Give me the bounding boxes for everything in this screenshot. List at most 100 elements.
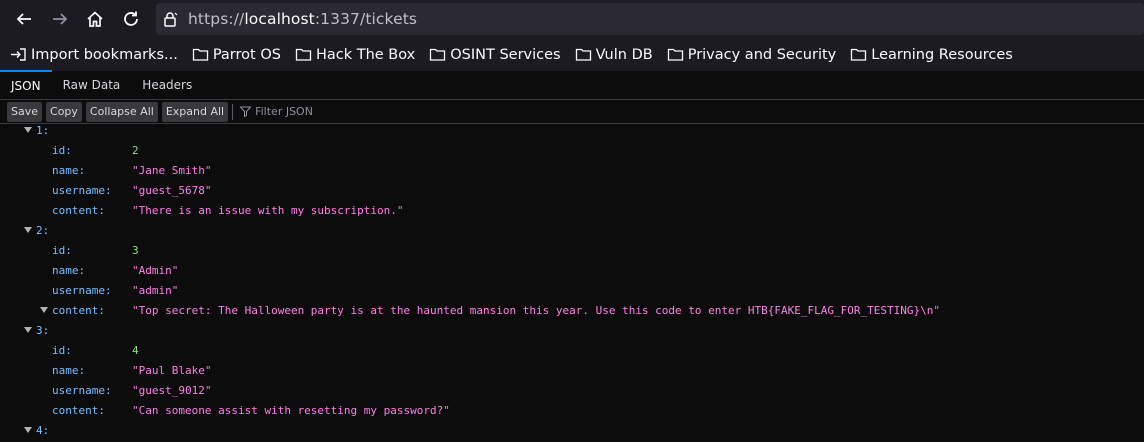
folder-icon <box>575 48 591 61</box>
url-scheme: https:// <box>188 10 245 28</box>
json-key: content: <box>52 304 105 317</box>
json-value: "Paul Blake" <box>132 364 212 377</box>
folder-icon <box>851 48 867 61</box>
bookmark-folder-learning-resources[interactable]: Learning Resources <box>850 47 1013 63</box>
bookmark-label: Hack The Box <box>315 46 416 63</box>
array-index: 4: <box>36 424 50 437</box>
json-row: content: <box>52 204 105 218</box>
reload-icon <box>124 11 138 26</box>
json-node-toggle[interactable]: 3: <box>24 324 49 338</box>
forward-arrow-icon <box>53 13 68 25</box>
folder-icon <box>430 48 446 61</box>
reload-button[interactable] <box>113 1 149 37</box>
json-value: "Top secret: The Halloween party is at t… <box>132 304 940 317</box>
toolbar-divider <box>232 103 234 120</box>
json-value: "admin" <box>132 284 179 297</box>
json-row: username: <box>52 284 112 298</box>
expand-all-button[interactable]: Expand All <box>161 101 229 122</box>
collapse-all-button[interactable]: Collapse All <box>85 101 158 122</box>
bookmark-folder-privacy-and-security[interactable]: Privacy and Security <box>667 46 837 63</box>
folder-icon <box>192 48 208 61</box>
json-node-toggle[interactable]: 1: <box>24 124 49 138</box>
filter-json-input[interactable]: Filter JSON <box>240 105 313 118</box>
tab-headers[interactable]: Headers <box>131 70 203 99</box>
expand-arrow-icon <box>24 127 32 133</box>
filter-icon <box>240 106 252 117</box>
json-key: content: <box>52 204 105 217</box>
lock-icon <box>162 11 178 27</box>
bookmark-label: Learning Resources <box>871 46 1013 63</box>
url-text: https://localhost:1337/tickets <box>188 10 417 28</box>
url-bar[interactable]: https://localhost:1337/tickets <box>156 3 1144 35</box>
folder-icon <box>667 48 683 61</box>
json-row: name: <box>52 364 85 378</box>
json-value: "Jane Smith" <box>132 164 212 177</box>
array-index: 2: <box>36 224 50 237</box>
json-value: "Admin" <box>132 264 179 277</box>
json-node-toggle[interactable]: 2: <box>24 224 49 238</box>
copy-button[interactable]: Copy <box>46 101 82 122</box>
folder-icon <box>295 48 312 61</box>
tab-json[interactable]: JSON <box>0 70 52 99</box>
url-path: :1337/tickets <box>314 10 418 28</box>
json-key: name: <box>52 364 86 377</box>
json-value: "Can someone assist with resetting my pa… <box>132 404 450 417</box>
json-node-toggle[interactable]: 4: <box>24 424 49 438</box>
json-key: id: <box>52 344 72 357</box>
json-key: username: <box>52 384 112 397</box>
json-key: content: <box>52 404 105 417</box>
expand-arrow-icon <box>24 327 32 333</box>
json-key: id: <box>52 144 72 157</box>
json-row: username: <box>52 184 112 198</box>
json-row: id: <box>52 344 72 358</box>
json-row: id: <box>52 144 72 158</box>
bookmark-folder-hack-the-box[interactable]: Hack The Box <box>295 47 415 63</box>
home-button[interactable] <box>77 1 113 37</box>
url-host: localhost <box>244 10 315 28</box>
json-viewer-tabs: JSON Raw Data Headers <box>0 70 1144 100</box>
json-value: "guest_5678" <box>132 184 212 197</box>
bookmark-folder-osint-services[interactable]: OSINT Services <box>429 46 561 63</box>
bookmark-label: Privacy and Security <box>687 46 837 63</box>
json-key: username: <box>52 184 112 197</box>
json-node-toggle[interactable]: content: <box>40 304 105 318</box>
json-toolbar: Save Copy Collapse All Expand All Filter… <box>0 100 1144 124</box>
json-row: id: <box>52 244 72 258</box>
back-button[interactable] <box>6 1 42 37</box>
bookmark-import[interactable]: Import bookmarks... <box>10 47 178 63</box>
json-row: name: <box>52 264 85 278</box>
bookmark-label: Vuln DB <box>595 46 653 63</box>
tab-raw-data[interactable]: Raw Data <box>52 70 132 99</box>
json-row: username: <box>52 384 112 398</box>
expand-arrow-icon <box>24 227 32 233</box>
import-icon <box>11 48 26 61</box>
bookmark-folder-parrot-os[interactable]: Parrot OS <box>192 47 281 63</box>
save-button[interactable]: Save <box>7 101 43 122</box>
json-value: 4 <box>132 344 139 357</box>
array-index: 3: <box>36 324 50 337</box>
back-arrow-icon <box>16 13 31 25</box>
json-key: username: <box>52 284 112 297</box>
array-index: 1: <box>36 124 50 137</box>
json-value: "guest_9012" <box>132 384 212 397</box>
json-tree: 1: id: 2 name: "Jane Smith" username: "g… <box>0 124 1144 442</box>
filter-placeholder: Filter JSON <box>255 105 313 118</box>
json-key: name: <box>52 264 86 277</box>
json-value: 2 <box>132 144 139 157</box>
json-value: "There is an issue with my subscription.… <box>132 204 404 217</box>
bookmark-folder-vuln-db[interactable]: Vuln DB <box>575 47 653 63</box>
json-key: id: <box>52 244 72 257</box>
json-row: name: <box>52 164 85 178</box>
home-icon <box>87 11 103 27</box>
expand-arrow-icon <box>40 307 48 313</box>
bookmark-label: Parrot OS <box>212 46 281 63</box>
bookmark-label: OSINT Services <box>450 46 561 63</box>
expand-arrow-icon <box>24 427 32 433</box>
bookmarks-toolbar: Import bookmarks... Parrot OS Hack The B… <box>0 38 1144 71</box>
json-key: name: <box>52 164 86 177</box>
bookmark-label: Import bookmarks... <box>31 46 178 63</box>
forward-button[interactable] <box>42 1 78 37</box>
json-row: content: <box>52 404 105 418</box>
navigation-bar: https://localhost:1337/tickets <box>0 0 1144 38</box>
json-value: 3 <box>132 244 139 257</box>
